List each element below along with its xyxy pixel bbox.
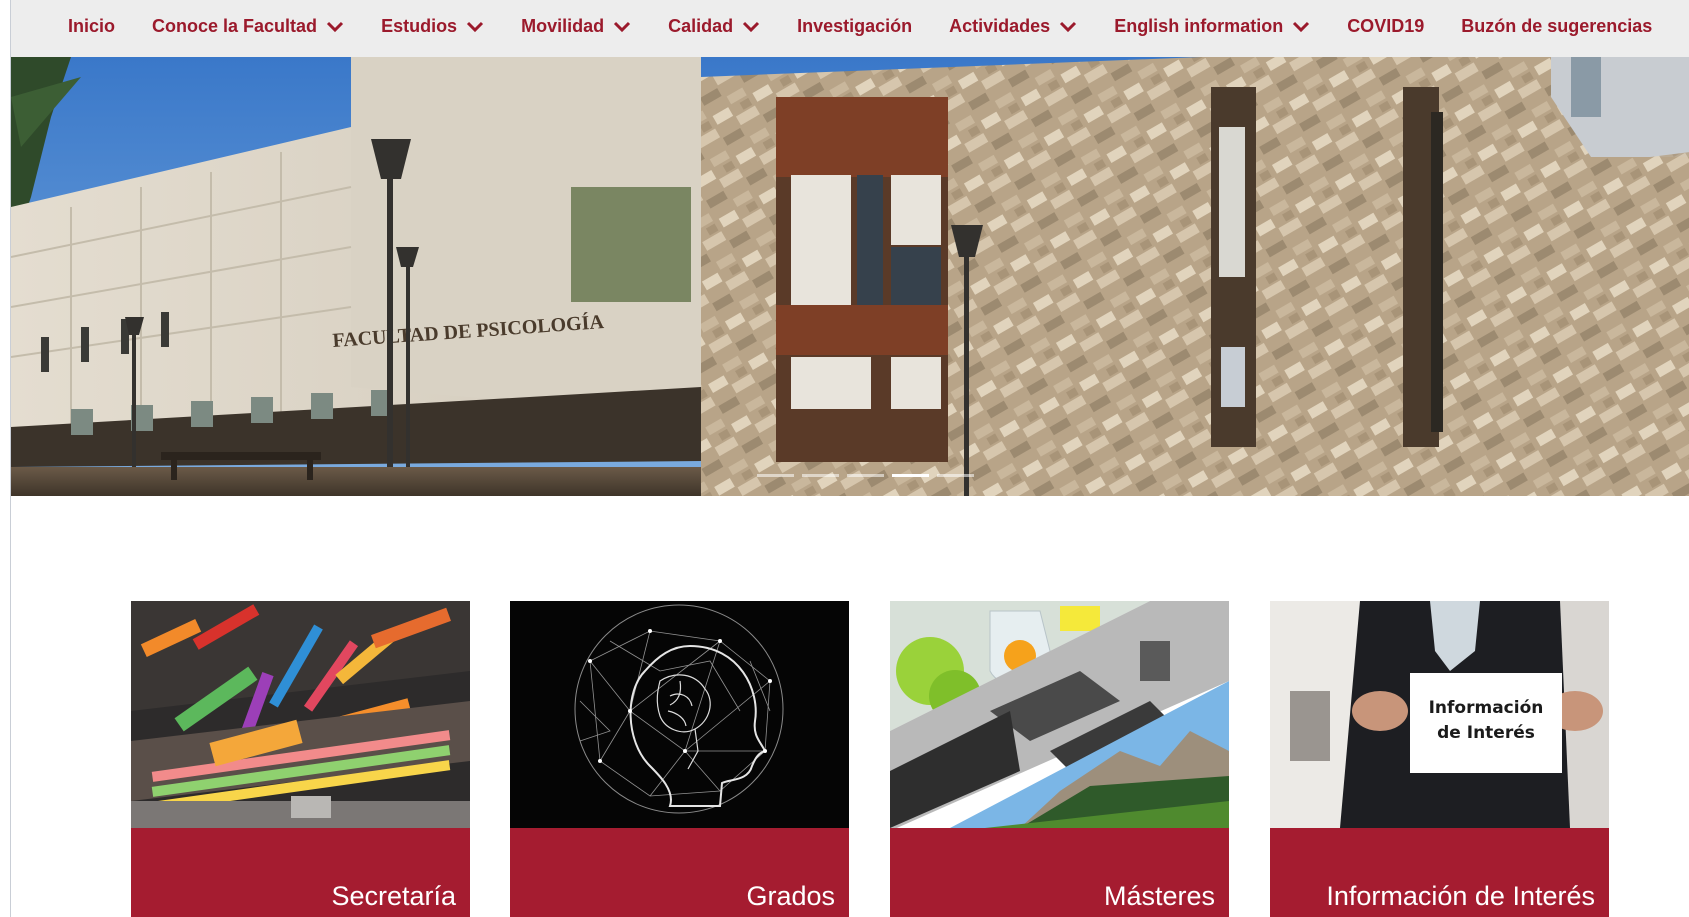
- nav-actividades-label: Actividades: [949, 16, 1051, 36]
- chevron-down-icon: [1293, 21, 1310, 32]
- art-supplies-image: [131, 601, 470, 828]
- card-masteres[interactable]: Másteres: [890, 601, 1229, 917]
- chevron-down-icon: [614, 21, 631, 32]
- nav-inicio-label: Inicio: [68, 16, 116, 36]
- nav-conoce-la-facultad[interactable]: Conoce la Facultad: [152, 0, 344, 55]
- card-informacion-title: Información de Interés: [1326, 881, 1595, 911]
- nav-buzon-de-sugerencias[interactable]: Buzón de sugerencias: [1461, 0, 1652, 55]
- nav-movilidad[interactable]: Movilidad: [521, 0, 631, 55]
- card-secretaria-label-bar: Secretaría: [131, 828, 470, 917]
- card-grados-label-bar: Grados: [510, 828, 849, 917]
- nav-estudios-label: Estudios: [381, 16, 458, 36]
- nav-movilidad-label: Movilidad: [521, 16, 605, 36]
- card-secretaria[interactable]: Secretaría: [131, 601, 470, 917]
- nav-english-label: English information: [1114, 16, 1284, 36]
- browser-page: Inicio Conoce la Facultad Estudios Movil…: [10, 0, 1689, 917]
- nav-calidad-label: Calidad: [668, 16, 734, 36]
- nav-investigacion[interactable]: Investigación: [797, 0, 912, 55]
- card-grados-title: Grados: [746, 881, 835, 911]
- card-informacion-label-bar: Información de Interés: [1270, 828, 1609, 917]
- carousel-indicators: [757, 474, 974, 477]
- carousel-indicator-1[interactable]: [757, 474, 794, 477]
- nav-calidad[interactable]: Calidad: [668, 0, 760, 55]
- carousel-indicator-4[interactable]: [892, 474, 929, 477]
- main-navigation: Inicio Conoce la Facultad Estudios Movil…: [11, 0, 1689, 57]
- carousel-indicator-3[interactable]: [847, 474, 884, 477]
- nav-inicio[interactable]: Inicio: [68, 0, 115, 55]
- info-sign-image: Información de Interés: [1270, 601, 1609, 828]
- nav-english-information[interactable]: English information: [1114, 0, 1310, 55]
- nav-actividades[interactable]: Actividades: [949, 0, 1077, 55]
- nav-covid19-label: COVID19: [1347, 16, 1425, 36]
- chevron-down-icon: [743, 21, 760, 32]
- card-informacion-de-interes[interactable]: Información de Interés Información de In…: [1270, 601, 1609, 917]
- card-grados[interactable]: Grados: [510, 601, 849, 917]
- chevron-down-icon: [327, 21, 344, 32]
- chevron-down-icon: [467, 21, 484, 32]
- chevron-down-icon: [1060, 21, 1077, 32]
- info-sign-line-1: Información: [1429, 698, 1544, 718]
- carousel-indicator-5[interactable]: [937, 474, 974, 477]
- hero-carousel[interactable]: FACULTAD DE PSICOLOGÍA: [11, 57, 1689, 496]
- card-masteres-title: Másteres: [1103, 881, 1215, 911]
- card-secretaria-title: Secretaría: [331, 881, 456, 911]
- nav-investigacion-label: Investigación: [797, 16, 913, 36]
- nav-estudios[interactable]: Estudios: [381, 0, 484, 55]
- nav-buzon-label: Buzón de sugerencias: [1461, 16, 1653, 36]
- card-masteres-label-bar: Másteres: [890, 828, 1229, 917]
- nav-conoce-label: Conoce la Facultad: [152, 16, 318, 36]
- faculty-building-photo: FACULTAD DE PSICOLOGÍA: [11, 57, 1689, 496]
- lab-landscape-collage-image: [890, 601, 1229, 828]
- nav-covid19[interactable]: COVID19: [1347, 0, 1424, 55]
- brain-network-image: [510, 601, 849, 828]
- info-sign-line-2: de Interés: [1437, 723, 1535, 743]
- carousel-indicator-2[interactable]: [802, 474, 839, 477]
